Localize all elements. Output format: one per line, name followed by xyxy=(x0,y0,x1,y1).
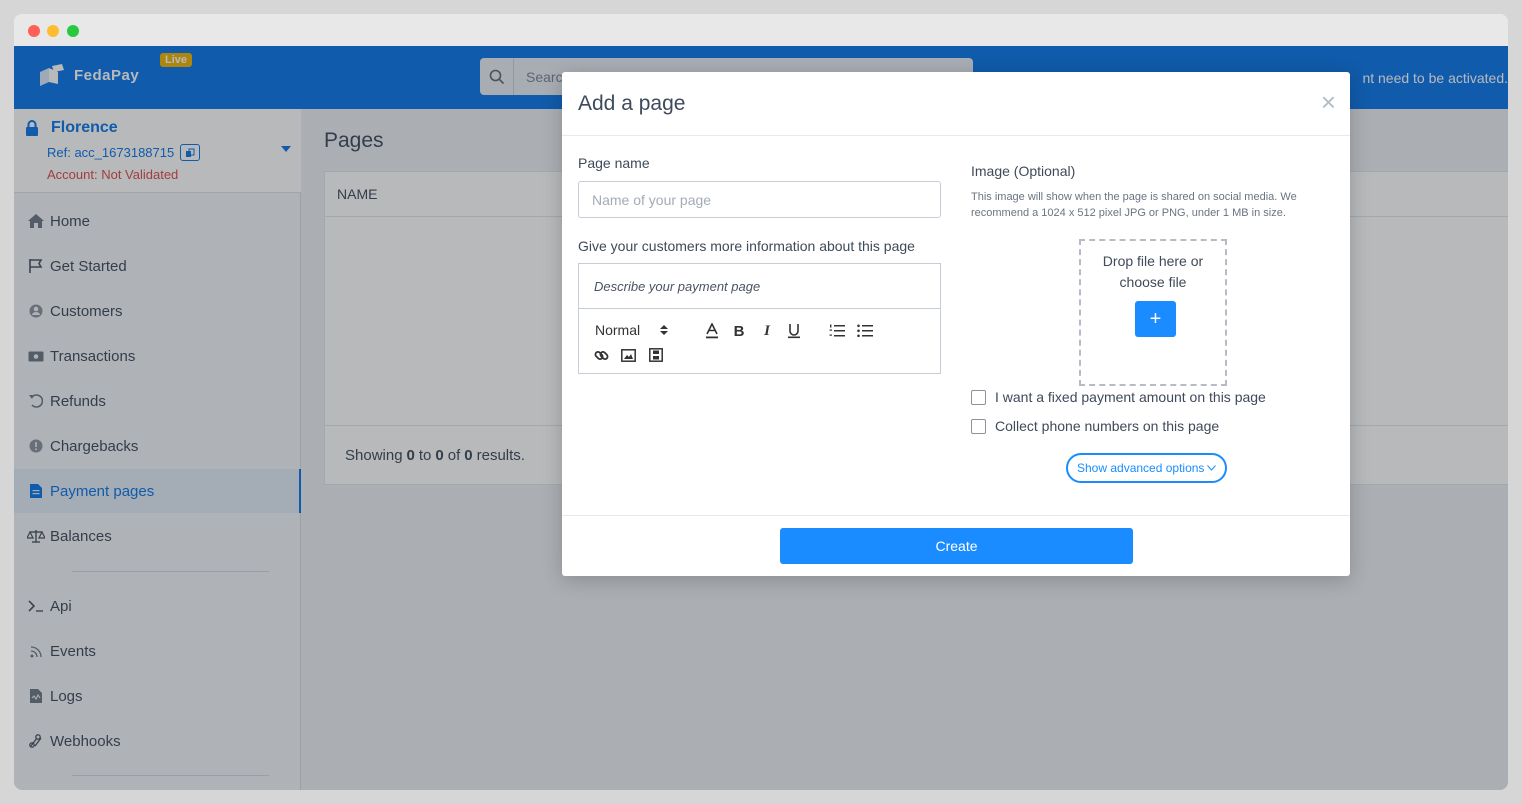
window-zoom-button[interactable] xyxy=(67,25,79,37)
window-titlebar xyxy=(14,14,1508,46)
description-editor: Describe your payment page Normal B I xyxy=(578,263,941,374)
app-window: FedaPay Live Searc nt need to be activat… xyxy=(14,14,1508,790)
image-label: Image (Optional) xyxy=(971,163,1076,179)
close-icon[interactable]: × xyxy=(1321,88,1336,116)
video-icon[interactable] xyxy=(647,346,665,364)
page-name-placeholder: Name of your page xyxy=(592,191,712,208)
page-name-label: Page name xyxy=(578,155,650,171)
underline-icon[interactable] xyxy=(785,322,803,340)
description-label: Give your customers more information abo… xyxy=(578,238,915,254)
page-name-input[interactable]: Name of your page xyxy=(578,181,941,218)
modal-footer-divider xyxy=(562,515,1350,516)
window-close-button[interactable] xyxy=(28,25,40,37)
upload-button[interactable]: + xyxy=(1135,301,1176,337)
format-select-value: Normal xyxy=(595,322,641,338)
fixed-amount-label: I want a fixed payment amount on this pa… xyxy=(995,389,1266,405)
text-color-icon[interactable] xyxy=(703,322,721,340)
fixed-amount-checkbox[interactable]: I want a fixed payment amount on this pa… xyxy=(971,389,1266,405)
description-placeholder: Describe your payment page xyxy=(594,278,761,294)
checkbox-box[interactable] xyxy=(971,418,986,434)
dropzone-text: Drop file here or choose file xyxy=(1102,253,1204,290)
modal-title: Add a page xyxy=(578,92,686,115)
ordered-list-icon[interactable] xyxy=(828,322,846,340)
collect-phone-label: Collect phone numbers on this page xyxy=(995,418,1220,434)
checkbox-box[interactable] xyxy=(971,389,986,405)
italic-icon[interactable]: I xyxy=(758,322,776,340)
format-select[interactable]: Normal xyxy=(595,322,669,338)
add-page-modal: Add a page × Page name Name of your page… xyxy=(562,72,1350,576)
window-minimize-button[interactable] xyxy=(47,25,59,37)
link-icon[interactable] xyxy=(592,346,610,364)
sort-arrows-icon xyxy=(660,325,669,335)
editor-toolbar: Normal B I xyxy=(579,310,940,374)
chevron-down-icon xyxy=(1207,465,1217,471)
bullet-list-icon[interactable] xyxy=(856,322,874,340)
modal-header: Add a page × xyxy=(562,72,1350,136)
show-advanced-options-button[interactable]: Show advanced options xyxy=(1066,453,1228,483)
advanced-options-label: Show advanced options xyxy=(1077,461,1205,475)
collect-phone-checkbox[interactable]: Collect phone numbers on this page xyxy=(971,418,1219,434)
create-button[interactable]: Create xyxy=(780,528,1133,564)
bold-icon[interactable]: B xyxy=(730,322,748,340)
description-input[interactable]: Describe your payment page xyxy=(579,264,940,309)
image-description: This image will show when the page is sh… xyxy=(971,191,1297,219)
image-icon[interactable] xyxy=(619,346,637,364)
image-dropzone[interactable]: Drop file here or choose file + xyxy=(1079,239,1227,386)
